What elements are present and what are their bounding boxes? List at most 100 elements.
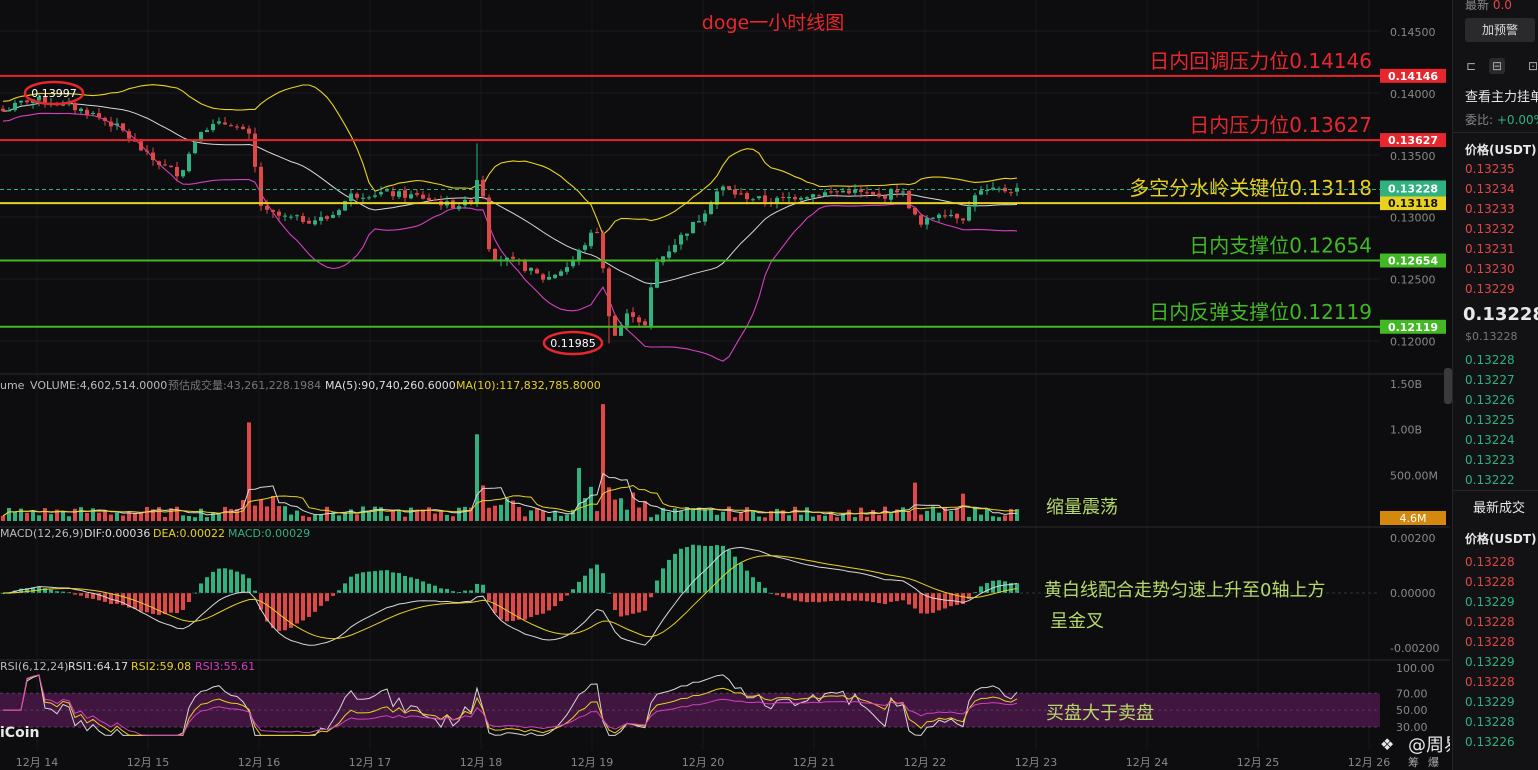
bids-row[interactable]: 0.13223 — [1465, 453, 1515, 467]
volume-bar — [991, 516, 995, 521]
candle-body — [7, 110, 11, 112]
macd-bar — [583, 575, 587, 593]
asks-row[interactable]: 0.13234 — [1465, 182, 1515, 196]
candle-body — [967, 206, 971, 221]
add-alert-button[interactable]: 加预警 — [1465, 18, 1535, 42]
candle-body — [157, 161, 161, 165]
macd-bar — [427, 583, 431, 593]
candle-body — [163, 164, 167, 166]
candle-body — [427, 197, 431, 201]
macd-bar — [757, 581, 761, 593]
candle-body — [391, 191, 395, 197]
bids-row[interactable]: 0.13225 — [1465, 413, 1515, 427]
trades-row[interactable]: 0.13228 — [1465, 575, 1515, 589]
volume-bar — [67, 516, 71, 521]
candlestick-chart[interactable]: 日内回调压力位0.14146 0.14146 日内压力位0.13627 0.13627… — [0, 0, 1450, 770]
candle-body — [727, 186, 731, 190]
trades-row[interactable]: 0.13228 — [1465, 615, 1515, 629]
candle-body — [127, 131, 131, 139]
svg-text:预估成交量:43,261,228.1984: 预估成交量:43,261,228.1984 — [168, 378, 321, 392]
asks-row[interactable]: 0.13231 — [1465, 242, 1515, 256]
level-label: 日内回调压力位0.14146 — [1149, 49, 1372, 73]
candle-body — [841, 190, 845, 193]
volume-bar — [307, 517, 311, 521]
volume-bar — [607, 487, 611, 521]
volume-bar — [367, 512, 371, 521]
macd-bar — [931, 593, 935, 613]
date-label: 12月 19 — [571, 756, 614, 769]
macd-bar — [409, 577, 413, 593]
volume-bar — [1, 515, 5, 521]
macd-bar — [175, 593, 179, 614]
asks-row[interactable]: 0.13233 — [1465, 202, 1515, 216]
volume-bar — [277, 506, 281, 521]
candle-body — [193, 141, 197, 154]
volume-bar — [337, 515, 341, 521]
volume-bar — [955, 508, 959, 521]
tool-icon-chou[interactable]: 筹 — [1408, 755, 1419, 769]
trades-row[interactable]: 0.13228 — [1465, 675, 1515, 689]
candle-body — [535, 269, 539, 274]
bids-row[interactable]: 0.13227 — [1465, 373, 1515, 387]
volume-bar — [775, 508, 779, 521]
asks-row[interactable]: 0.13229 — [1465, 282, 1515, 296]
candle-body — [109, 121, 113, 127]
view-buy-icon[interactable]: ⊟ — [1489, 58, 1505, 74]
asks-row[interactable]: 0.13232 — [1465, 222, 1515, 236]
candle-body — [853, 189, 857, 193]
candle-body — [613, 315, 617, 336]
candle-body — [847, 190, 851, 194]
candle-body — [283, 215, 287, 217]
volume-bar — [109, 514, 113, 521]
panel-resize-handle[interactable] — [1444, 368, 1452, 404]
bollinger-bands — [2, 84, 1018, 362]
asks-row[interactable]: 0.13235 — [1465, 162, 1515, 176]
date-label: 12月 22 — [904, 756, 947, 769]
candle-body — [745, 193, 749, 200]
bids-row[interactable]: 0.13224 — [1465, 433, 1515, 447]
asks-row[interactable]: 0.13230 — [1465, 262, 1515, 276]
candle-body — [1, 108, 5, 112]
view-sell-icon[interactable]: ⊡ — [1525, 58, 1538, 74]
bids-row[interactable]: 0.13222 — [1465, 473, 1515, 487]
macd-bar — [397, 573, 401, 593]
macd-bar — [283, 593, 287, 631]
chart-area[interactable]: 日内回调压力位0.14146 0.14146 日内压力位0.13627 0.13627… — [0, 0, 1452, 770]
candle-body — [247, 128, 251, 134]
trades-row[interactable]: 0.13228 — [1465, 715, 1515, 729]
macd-bar — [403, 575, 407, 593]
macd-bar — [655, 580, 659, 593]
volume-bar — [931, 506, 935, 521]
candle-body — [409, 194, 413, 199]
candle-body — [295, 215, 299, 217]
bottom-tools[interactable]: 筹 爆 — [1408, 755, 1439, 769]
bids-row[interactable]: 0.13228 — [1465, 353, 1515, 367]
macd-bar — [877, 593, 881, 604]
macd-bar — [343, 583, 347, 593]
macd-bar — [883, 593, 887, 605]
candle-body — [985, 190, 989, 192]
trades-row[interactable]: 0.13229 — [1465, 595, 1515, 609]
trades-row[interactable]: 0.13228 — [1465, 555, 1515, 569]
candle-body — [817, 195, 821, 197]
candle-body — [379, 192, 383, 195]
tool-icon-bao[interactable]: 爆 — [1428, 755, 1439, 769]
candle-body — [85, 109, 89, 115]
main-orders-title[interactable]: 查看主力挂单 — [1465, 86, 1538, 105]
candle-body — [475, 179, 479, 204]
volume-bar — [271, 495, 275, 521]
chart-title: doge一小时线图 — [702, 12, 844, 34]
trades-row[interactable]: 0.13229 — [1465, 655, 1515, 669]
level-price-tag-text: 0.13118 — [1388, 197, 1438, 210]
price-tick: 0.14000 — [1390, 88, 1436, 101]
macd-bar — [643, 593, 647, 611]
macd-bar — [223, 568, 227, 593]
candle-body — [223, 122, 227, 125]
view-both-icon[interactable]: ⊏ — [1463, 58, 1479, 74]
candle-body — [961, 218, 965, 221]
trades-row[interactable]: 0.13228 — [1465, 635, 1515, 649]
trades-row[interactable]: 0.13226 — [1465, 735, 1515, 749]
trades-row[interactable]: 0.13229 — [1465, 695, 1515, 709]
bids-row[interactable]: 0.13226 — [1465, 393, 1515, 407]
candle-body — [559, 271, 563, 276]
